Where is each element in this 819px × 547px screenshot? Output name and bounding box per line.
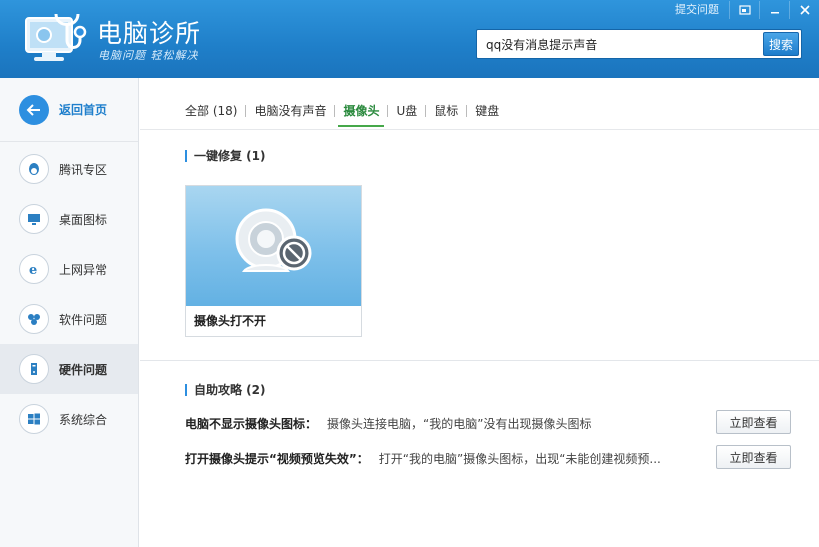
category-tabs: 全部 (18) 电脑没有声音 摄像头 U盘 鼠标 键盘	[185, 101, 507, 127]
tab-mouse[interactable]: 鼠标	[426, 101, 466, 121]
sidebar-item-label: 软件问题	[59, 312, 108, 327]
window-controls: 提交问题	[665, 0, 819, 20]
sidebar-item-desktop-icons[interactable]: 桌面图标	[0, 194, 138, 244]
sidebar-item-hardware[interactable]: 硬件问题	[0, 344, 138, 394]
tabs-divider	[140, 129, 819, 130]
minimize-icon[interactable]	[759, 1, 789, 19]
tab-keyboard[interactable]: 键盘	[467, 101, 507, 121]
ie-browser-icon: e	[19, 254, 49, 284]
guide-title[interactable]: 打开摄像头提示“视频预览失效”：	[185, 450, 369, 467]
sidebar-item-tencent[interactable]: 腾讯专区	[0, 144, 138, 194]
guide-description: 打开“我的电脑”摄像头图标，出现“未能创建视频预...	[378, 451, 661, 466]
tab-camera[interactable]: 摄像头	[335, 101, 387, 127]
webcam-disabled-icon	[186, 186, 361, 306]
section-divider	[140, 360, 819, 361]
guide-row: 电脑不显示摄像头图标： 摄像头连接电脑，“我的电脑”没有出现摄像头图标 立即查看	[185, 410, 791, 436]
repair-card-label: 摄像头打不开	[194, 314, 267, 328]
feedback-link[interactable]: 提交问题	[665, 1, 729, 19]
sidebar-item-label: 上网异常	[59, 262, 108, 277]
hardware-icon	[19, 354, 49, 384]
search-button[interactable]: 搜索	[763, 32, 799, 56]
qq-penguin-icon	[19, 154, 49, 184]
app-title: 电脑诊所	[97, 19, 202, 48]
repair-section-title: 一键修复 (1)	[185, 150, 266, 162]
sidebar-item-software[interactable]: 软件问题	[0, 294, 138, 344]
sidebar-item-label: 腾讯专区	[59, 162, 108, 177]
view-now-button[interactable]: 立即查看	[716, 445, 791, 469]
sidebar-item-system[interactable]: 系统综合	[0, 394, 138, 444]
sidebar-item-label: 返回首页	[59, 103, 108, 117]
guide-title[interactable]: 电脑不显示摄像头图标：	[185, 415, 317, 432]
guide-description: 摄像头连接电脑，“我的电脑”没有出现摄像头图标	[327, 416, 592, 431]
software-icon	[19, 304, 49, 334]
tab-usb-drive[interactable]: U盘	[388, 101, 425, 121]
sidebar: 返回首页 腾讯专区 桌面图标 e 上网异常 软件问题 硬件问题 系统综合	[0, 78, 139, 547]
sidebar-item-network[interactable]: e 上网异常	[0, 244, 138, 294]
title-bar: 电脑诊所 电脑问题 轻松解决 提交问题 搜索	[0, 0, 819, 78]
stethoscope-monitor-icon	[22, 10, 88, 66]
search-input[interactable]	[477, 30, 763, 58]
search-box: 搜索	[476, 29, 802, 59]
guide-row: 打开摄像头提示“视频预览失效”： 打开“我的电脑”摄像头图标，出现“未能创建视频…	[185, 445, 791, 471]
sidebar-item-label: 硬件问题	[59, 362, 108, 377]
sidebar-item-home[interactable]: 返回首页	[0, 78, 138, 142]
sidebar-item-label: 桌面图标	[59, 212, 108, 227]
app-slogan: 电脑问题 轻松解决	[98, 49, 199, 62]
back-arrow-icon	[19, 94, 49, 125]
skin-icon[interactable]	[729, 1, 759, 19]
tab-all[interactable]: 全部 (18)	[185, 101, 245, 121]
tab-no-sound[interactable]: 电脑没有声音	[246, 101, 334, 121]
close-icon[interactable]	[789, 1, 819, 19]
svg-text:e: e	[29, 263, 37, 277]
view-now-button[interactable]: 立即查看	[716, 410, 791, 434]
windows-icon	[19, 404, 49, 434]
guides-section-title: 自助攻略 (2)	[185, 384, 266, 396]
main-content: 全部 (18) 电脑没有声音 摄像头 U盘 鼠标 键盘 一键修复 (1) 摄像头…	[140, 78, 819, 547]
repair-card-camera[interactable]: 摄像头打不开	[185, 185, 362, 337]
sidebar-item-label: 系统综合	[59, 412, 108, 427]
monitor-icon	[19, 204, 49, 234]
